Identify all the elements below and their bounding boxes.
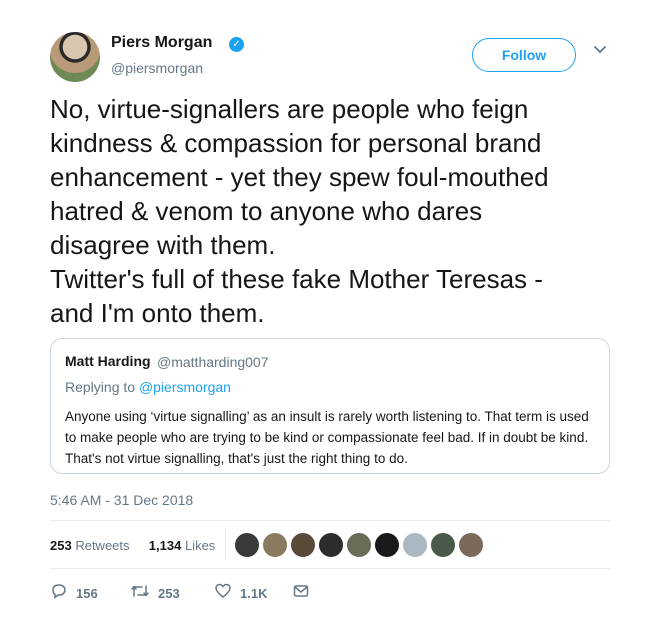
chevron-down-icon[interactable] <box>590 42 610 62</box>
likes-count[interactable]: 1,134 <box>149 538 182 553</box>
retweets-count[interactable]: 253 <box>50 538 72 553</box>
liker-avatar[interactable] <box>430 532 456 558</box>
quoted-tweet[interactable]: Matt Harding @mattharding007 Replying to… <box>50 338 610 474</box>
envelope-svg <box>293 585 309 597</box>
replying-to: Replying to @piersmorgan <box>65 379 231 395</box>
envelope-icon <box>292 582 310 604</box>
retweet-button[interactable]: 253 <box>130 582 180 604</box>
follow-button[interactable]: Follow <box>472 38 576 72</box>
like-count: 1.1K <box>240 585 268 601</box>
liker-avatar[interactable] <box>290 532 316 558</box>
engagement-stats: 253 Retweets 1,134 Likes <box>50 538 215 553</box>
tweet-header: Piers Morgan ✓ @piersmorgan Follow <box>50 30 626 84</box>
chevron-down-svg <box>594 46 606 54</box>
like-button[interactable]: 1.1K <box>214 582 267 604</box>
reply-svg <box>52 584 66 600</box>
avatar[interactable] <box>50 32 100 82</box>
liker-avatar[interactable] <box>458 532 484 558</box>
tweet-actions: 156 253 1.1K <box>50 582 350 604</box>
quoted-author-handle: @mattharding007 <box>157 354 269 370</box>
reply-count: 156 <box>76 585 98 601</box>
reply-icon <box>50 582 68 604</box>
heart-svg <box>215 583 231 598</box>
replying-handle-link[interactable]: @piersmorgan <box>139 379 231 395</box>
divider-top <box>50 520 610 521</box>
liker-avatar[interactable] <box>318 532 344 558</box>
author-name[interactable]: Piers Morgan <box>111 34 212 52</box>
likes-label[interactable]: Likes <box>185 538 215 553</box>
liker-avatar[interactable] <box>262 532 288 558</box>
replying-prefix: Replying to <box>65 379 139 395</box>
liker-avatar[interactable] <box>402 532 428 558</box>
liker-avatar[interactable] <box>346 532 372 558</box>
retweet-svg <box>131 585 149 597</box>
quoted-tweet-text: Anyone using ‘virtue signalling’ as an i… <box>65 409 589 466</box>
author-handle[interactable]: @piersmorgan <box>111 60 203 76</box>
direct-message-button[interactable] <box>292 582 318 604</box>
divider-bottom <box>50 568 610 569</box>
reply-button[interactable]: 156 <box>50 582 98 604</box>
tweet-text: No, virtue-signallers are people who fei… <box>50 94 549 328</box>
tweet-timestamp[interactable]: 5:46 AM - 31 Dec 2018 <box>50 492 193 508</box>
liker-avatar[interactable] <box>374 532 400 558</box>
verified-badge-icon: ✓ <box>229 37 244 52</box>
liker-avatar[interactable] <box>234 532 260 558</box>
stats-divider <box>225 528 226 560</box>
quoted-author-name: Matt Harding <box>65 353 151 369</box>
retweet-icon <box>130 582 150 604</box>
retweet-count: 253 <box>158 585 180 601</box>
heart-icon <box>214 582 232 604</box>
retweets-label[interactable]: Retweets <box>75 538 129 553</box>
